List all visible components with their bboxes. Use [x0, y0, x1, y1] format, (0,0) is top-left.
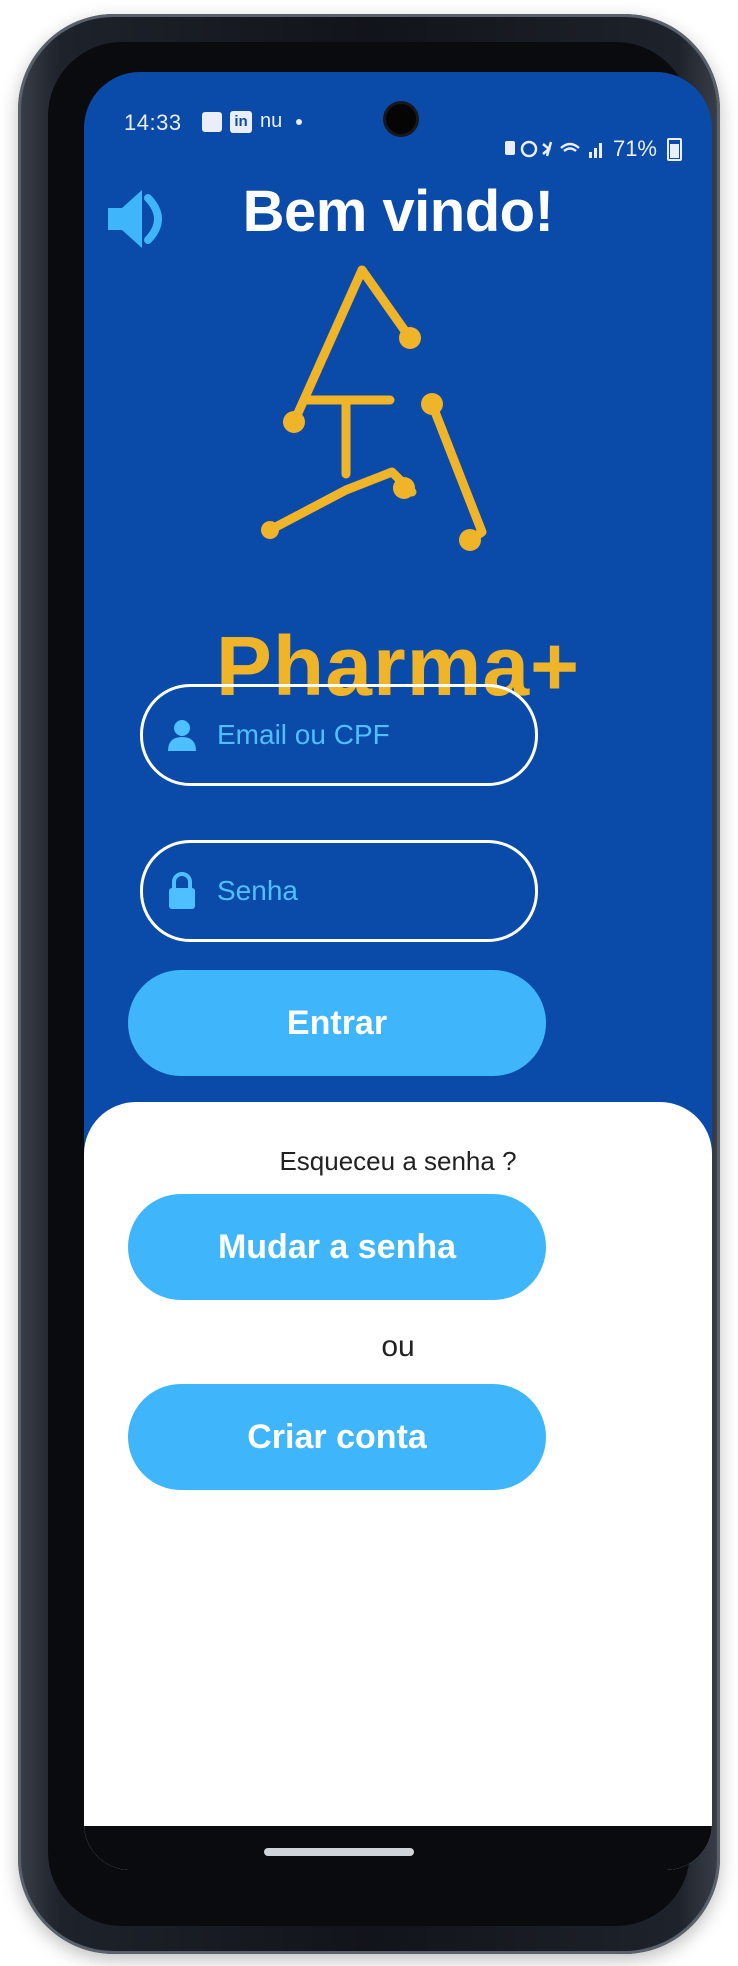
- battery-percent: 71%: [612, 136, 657, 161]
- user-icon: [165, 715, 199, 755]
- gesture-navbar: [84, 1826, 712, 1870]
- lock-icon: [165, 871, 199, 911]
- home-indicator[interactable]: [264, 1848, 414, 1856]
- pharma-plus-logo: [261, 265, 487, 551]
- recovery-sheet: Esqueceu a senha ? Mudar a senha ou Cria…: [84, 1102, 712, 1870]
- signal-wifi-icons: [504, 140, 602, 158]
- or-separator: ou: [381, 1330, 415, 1363]
- status-time: 14:33: [124, 110, 182, 135]
- create-account-button[interactable]: Criar conta: [128, 1384, 546, 1490]
- battery-icon: [667, 137, 682, 161]
- email-input[interactable]: [215, 718, 519, 752]
- welcome-title: Bem vindo!: [242, 179, 554, 244]
- password-input[interactable]: [215, 874, 519, 908]
- front-camera: [386, 104, 416, 134]
- nubank-icon: nu: [260, 110, 283, 132]
- login-button[interactable]: Entrar: [128, 970, 546, 1076]
- system-icons: 71%: [503, 136, 682, 162]
- gallery-icon: [202, 111, 222, 132]
- forgot-password-text: Esqueceu a senha ?: [279, 1146, 517, 1176]
- change-password-button[interactable]: Mudar a senha: [128, 1194, 546, 1300]
- notification-icons: in nu: [202, 110, 303, 133]
- password-field[interactable]: [140, 840, 538, 942]
- more-notifications-dot: [296, 118, 303, 125]
- linkedin-icon: in: [230, 110, 252, 133]
- app-screen: 14:33 in nu 71% Bem vindo! Pharma+ Email…: [84, 72, 712, 1870]
- email-field[interactable]: [140, 684, 538, 786]
